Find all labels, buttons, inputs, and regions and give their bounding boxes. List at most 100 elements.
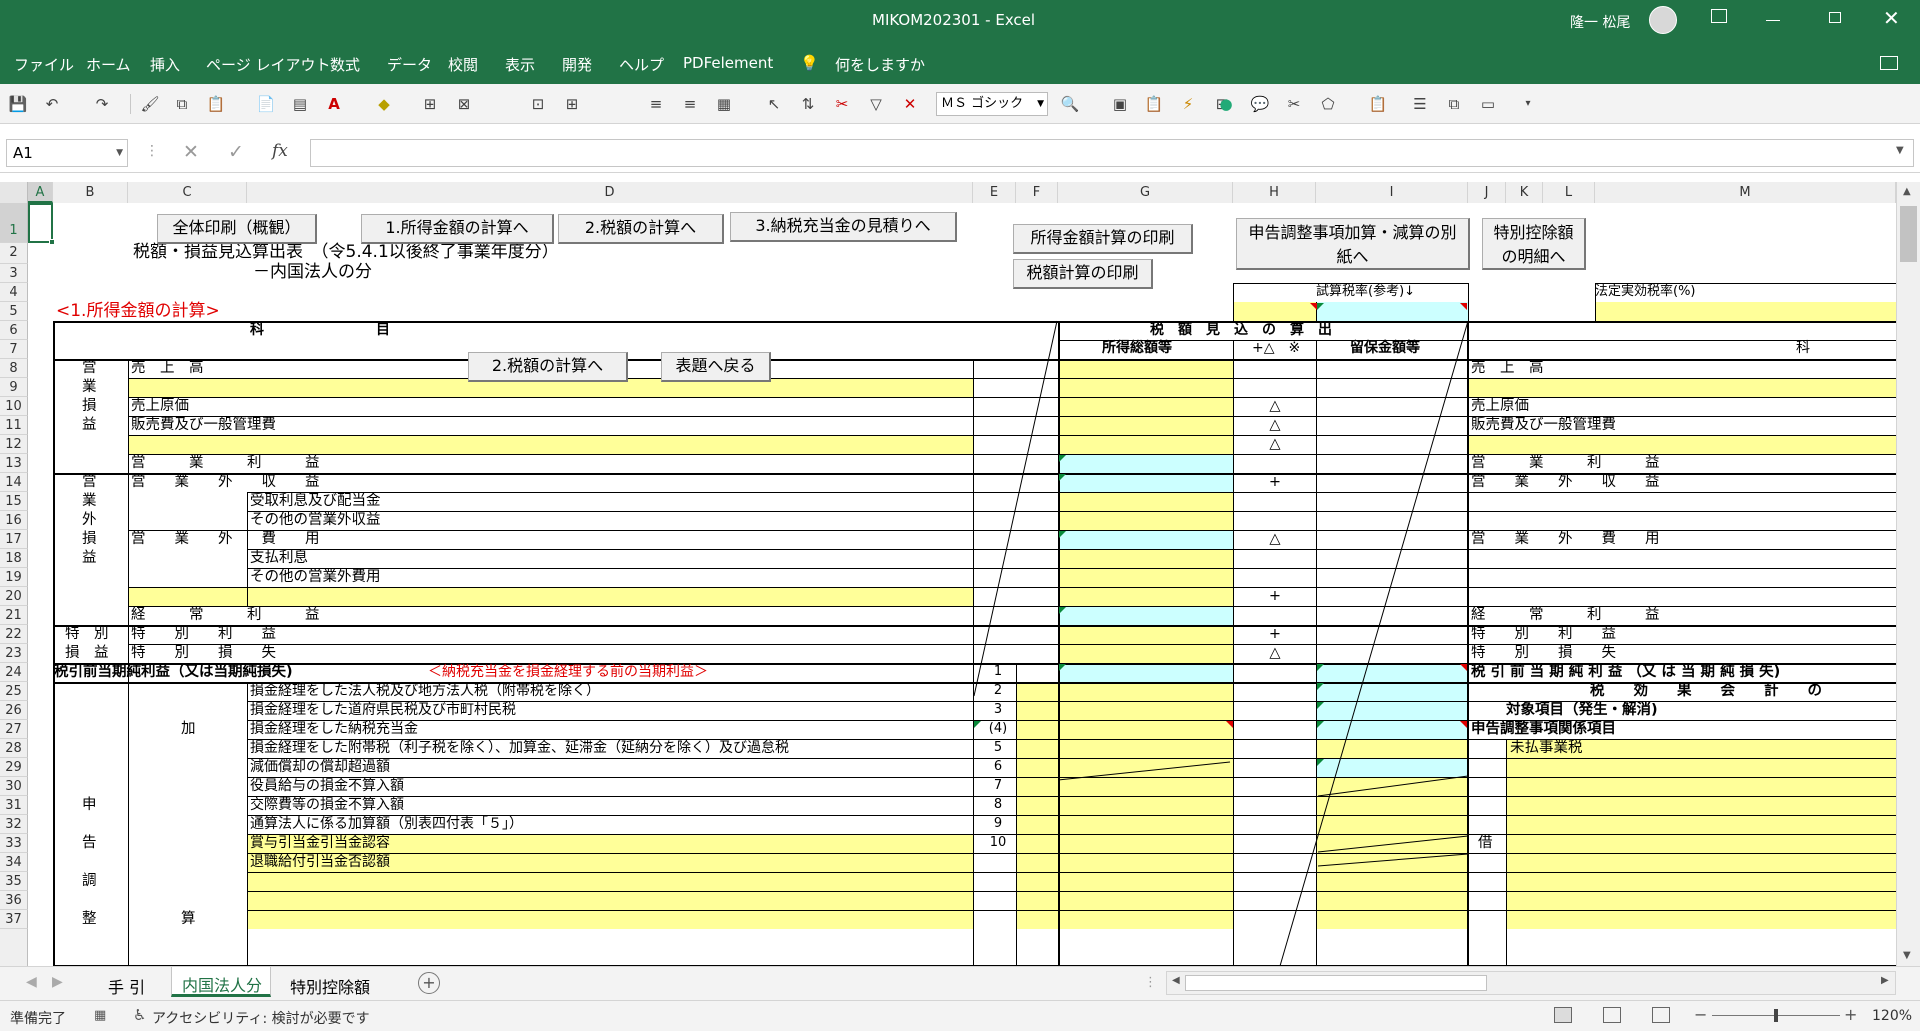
- clear-icon[interactable]: ✂: [832, 94, 852, 114]
- paste-icon[interactable]: 📋: [206, 94, 226, 114]
- print-all-button[interactable]: 全体印刷（概観）: [157, 214, 317, 244]
- tab-view[interactable]: 表示: [505, 54, 535, 75]
- item-label-right[interactable]: 売上原価: [1471, 397, 1529, 415]
- print-income-button[interactable]: 所得金額計算の印刷: [1013, 224, 1193, 254]
- undo-icon[interactable]: ↶: [42, 94, 62, 114]
- category-label[interactable]: 整: [82, 910, 97, 928]
- item-label[interactable]: 支払利息: [250, 549, 308, 567]
- line-number[interactable]: 9: [988, 815, 1008, 833]
- item-label[interactable]: 特 別 損 失: [131, 644, 276, 662]
- tab-insert[interactable]: 挿入: [150, 54, 180, 75]
- category-label[interactable]: 業: [82, 378, 97, 396]
- align-right-icon[interactable]: ≡: [680, 94, 700, 114]
- prev-sheet-icon[interactable]: ◀: [26, 974, 37, 990]
- insert-function-icon[interactable]: fx: [272, 141, 288, 161]
- print-tax-button[interactable]: 税額計算の印刷: [1013, 259, 1153, 289]
- tab-review[interactable]: 校閲: [448, 54, 478, 75]
- error-indicator[interactable]: [1317, 683, 1324, 690]
- tab-page-layout[interactable]: ページ レイアウト: [206, 54, 330, 75]
- zoom-level[interactable]: 120%: [1872, 1008, 1912, 1024]
- border-icon[interactable]: ⊡: [528, 94, 548, 114]
- header-reserve[interactable]: 留保金額等: [1350, 339, 1420, 357]
- drag-handle-icon[interactable]: ⋮: [145, 143, 159, 159]
- accessibility-icon[interactable]: ♿: [133, 1006, 146, 1024]
- align-center-icon[interactable]: ≡: [646, 94, 666, 114]
- page-break-view-icon[interactable]: [1652, 1007, 1670, 1023]
- comment-indicator[interactable]: [1460, 303, 1467, 310]
- category-label[interactable]: 益: [82, 549, 97, 567]
- font-name-box[interactable]: ＭＳ ゴシック ▼: [936, 92, 1048, 116]
- sign-mark[interactable]: △: [1266, 416, 1284, 434]
- delete-icon[interactable]: ✕: [900, 94, 920, 114]
- line-number[interactable]: 10: [988, 834, 1008, 852]
- calc-tax-button[interactable]: 2.税額の計算へ: [558, 214, 724, 244]
- item-label-right[interactable]: 売 上 高: [1471, 359, 1544, 377]
- special-deduction-button[interactable]: 特別控除額の明細へ: [1482, 218, 1586, 270]
- item-label[interactable]: 退職給付引当金否認額: [250, 853, 390, 871]
- vertical-scrollbar[interactable]: ▲ ▼: [1896, 182, 1920, 966]
- ribbon-display-icon[interactable]: [1711, 9, 1727, 23]
- sheet-tab-active[interactable]: 内国法人分: [171, 967, 271, 997]
- error-indicator[interactable]: [1317, 721, 1324, 728]
- item-label-right[interactable]: 未払事業税: [1510, 739, 1583, 757]
- item-label[interactable]: 損金経理をした納税充当金: [250, 720, 418, 738]
- item-label[interactable]: 営 業 利 益: [131, 454, 320, 472]
- tab-split-handle[interactable]: ⋮: [1144, 975, 1157, 990]
- item-label-right[interactable]: 営 業 利 益: [1471, 454, 1660, 472]
- sign-mark[interactable]: △: [1266, 530, 1284, 548]
- item-label[interactable]: 損金経理をした道府県民税及び市町村民税: [250, 701, 516, 719]
- zoom-slider-thumb[interactable]: [1774, 1009, 1778, 1022]
- provision-button[interactable]: 3.納税充当金の見積りへ: [730, 212, 957, 242]
- error-indicator[interactable]: [974, 721, 981, 728]
- item-label[interactable]: 通算法人に係る加算額（別表四付表「５」）: [250, 815, 523, 833]
- item-label[interactable]: その他の営業外収益: [250, 511, 381, 529]
- item-label[interactable]: 損金経理をした法人税及び地方法人税（附帯税を除く）: [250, 682, 600, 700]
- category-label[interactable]: 借: [1478, 834, 1493, 852]
- user-name[interactable]: 隆一 松尾: [1570, 12, 1630, 32]
- sign-mark[interactable]: △: [1266, 435, 1284, 453]
- item-label[interactable]: その他の営業外費用: [250, 568, 381, 586]
- error-indicator[interactable]: [1059, 455, 1066, 462]
- item-label-right[interactable]: 営 業 外 収 益: [1471, 473, 1660, 491]
- sign-mark[interactable]: +: [1266, 625, 1284, 643]
- enter-icon[interactable]: ✓: [228, 141, 244, 163]
- category-label[interactable]: 調: [82, 872, 97, 890]
- category-label[interactable]: 加: [181, 720, 196, 738]
- header-estimate[interactable]: 税 額 見 込 の 算 出: [1150, 321, 1332, 339]
- item-label[interactable]: 損金経理をした附帯税（利子税を除く）、加算金、延滞金（延納分を除く）及び過怠税: [250, 739, 789, 757]
- category-label[interactable]: 算: [181, 910, 196, 928]
- customize-qat-icon[interactable]: ▾: [1518, 94, 1538, 114]
- category-label[interactable]: 営: [82, 359, 97, 377]
- category-label[interactable]: 損: [82, 397, 97, 415]
- sort-icon[interactable]: ⇅: [798, 94, 818, 114]
- line-number[interactable]: 6: [988, 758, 1008, 776]
- tab-file[interactable]: ファイル: [14, 54, 74, 75]
- section-heading[interactable]: <1.所得金額の計算>: [56, 302, 220, 320]
- arrange-icon[interactable]: ⧉: [1444, 94, 1464, 114]
- wrap-icon[interactable]: ▦: [714, 94, 734, 114]
- tab-formulas[interactable]: 数式: [330, 54, 360, 75]
- delete-cells-icon[interactable]: ⊠: [454, 94, 474, 114]
- cut-icon[interactable]: ✂: [1284, 94, 1304, 114]
- item-label[interactable]: 営 業 外 収 益: [131, 473, 320, 491]
- next-sheet-icon[interactable]: ▶: [52, 974, 63, 990]
- tab-help[interactable]: ヘルプ: [619, 54, 664, 75]
- item-label[interactable]: 税引前当期純利益（又は当期純損失): [54, 663, 293, 681]
- tell-me-search[interactable]: 何をしますか: [835, 54, 925, 75]
- error-indicator[interactable]: [1317, 303, 1324, 310]
- speech-bubble-icon[interactable]: 💬: [1250, 94, 1270, 114]
- clipboard-icon[interactable]: 📋: [1144, 94, 1164, 114]
- filter-icon[interactable]: ▽: [866, 94, 886, 114]
- cancel-icon[interactable]: ✕: [183, 141, 199, 163]
- tab-pdfelement[interactable]: PDFelement: [683, 54, 773, 72]
- worksheet-grid[interactable]: ABCDEFGHIJKLM 1 2 3 4 5 6 7 8 9 10 11 12 13 14 15 16 17 1…: [0, 182, 1920, 966]
- paste-values-icon[interactable]: 📄: [256, 94, 276, 114]
- legal-rate-label[interactable]: 法定実効税率(%): [1595, 283, 1696, 301]
- error-indicator[interactable]: [1059, 607, 1066, 614]
- item-label-right[interactable]: 特 別 利 益: [1471, 625, 1616, 643]
- calc-tax-button-2[interactable]: 2.税額の計算へ: [468, 352, 628, 382]
- fill-handle[interactable]: [49, 239, 55, 245]
- item-label[interactable]: 売上原価: [131, 397, 189, 415]
- item-label[interactable]: 特 別 利 益: [131, 625, 276, 643]
- line-number[interactable]: 2: [988, 682, 1008, 700]
